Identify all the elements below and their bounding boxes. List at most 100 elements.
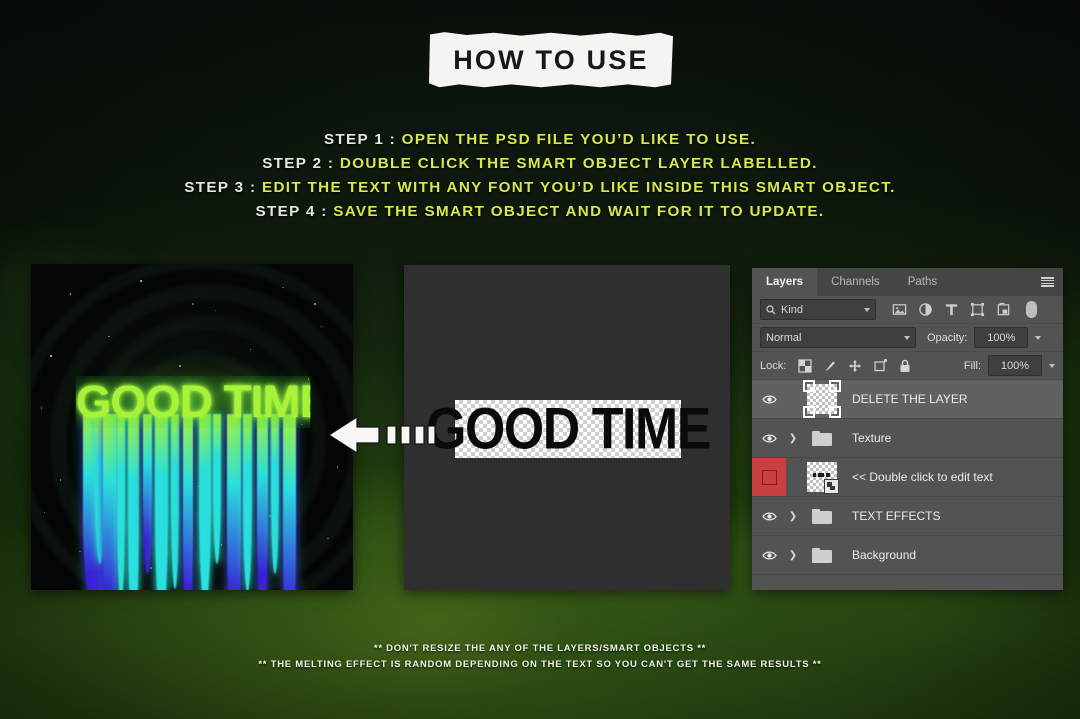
tab-channels[interactable]: Channels [817, 268, 894, 296]
layer-row[interactable]: DELETE THE LAYER [752, 380, 1063, 419]
step-body: EDIT THE TEXT WITH ANY FONT YOU’D LIKE I… [261, 179, 896, 196]
step-line: STEP 3 : EDIT THE TEXT WITH ANY FONT YOU… [0, 176, 1080, 200]
psd-canvas-word: GOOD TIME [426, 396, 711, 462]
artwork-neon-word: GOOD TIME [75, 376, 311, 427]
layer-name[interactable]: << Double click to edit text [844, 470, 1063, 484]
layer-row[interactable]: ❯ TEXT EFFECTS [752, 497, 1063, 536]
neon-drip [103, 414, 117, 590]
neon-drip [117, 414, 125, 590]
layer-name[interactable]: Background [844, 548, 1063, 562]
layer-row[interactable]: << Double click to edit text [752, 458, 1063, 497]
blend-mode-value: Normal [766, 331, 802, 344]
chevron-down-icon [904, 335, 910, 340]
psd-canvas-preview: GOOD TIME [404, 265, 730, 590]
adjustment-filter-icon[interactable] [918, 302, 933, 317]
filter-kind-select[interactable]: Kind [760, 299, 876, 320]
neon-drip [243, 414, 252, 590]
hamburger-menu-icon[interactable] [1041, 277, 1054, 287]
layer-visibility-toggle[interactable] [752, 380, 786, 418]
shape-filter-icon[interactable] [970, 302, 985, 317]
page-title: HOW TO USE [453, 44, 649, 75]
folder-icon [812, 547, 832, 563]
lock-all-icon[interactable] [898, 359, 912, 373]
layer-thumbnail-checker [803, 380, 841, 418]
layer-name[interactable]: Texture [844, 431, 1063, 445]
note-line: ** THE MELTING EFFECT IS RANDOM DEPENDIN… [258, 659, 822, 670]
layer-visibility-toggle[interactable] [752, 419, 786, 457]
neon-drip [257, 414, 268, 590]
layer-row[interactable]: ❯ Texture [752, 419, 1063, 458]
layer-thumbnail[interactable] [800, 508, 844, 524]
eye-icon [761, 512, 777, 520]
lock-icon-group [798, 358, 912, 373]
neon-drip [199, 414, 211, 590]
filter-kind-label: Kind [781, 303, 804, 316]
layer-thumbnail[interactable] [800, 380, 844, 418]
artwork-preview: GOOD TIME [31, 264, 353, 590]
search-icon [766, 304, 776, 314]
fill-value-field[interactable]: 100% [988, 355, 1042, 376]
fill-value: 100% [1000, 359, 1030, 372]
photoshop-layers-panel[interactable]: Layers Channels Paths Kind Normal Opacit… [752, 268, 1063, 590]
steps-list: STEP 1 : OPEN THE PSD FILE YOU’D LIKE TO… [0, 128, 1080, 224]
step-body: DOUBLE CLICK THE SMART OBJECT LAYER LABE… [339, 155, 818, 172]
layer-visibility-toggle[interactable] [752, 497, 786, 535]
eye-icon [761, 395, 777, 403]
neon-drip [171, 414, 179, 589]
layer-visibility-toggle[interactable] [752, 458, 786, 496]
neon-drip [183, 414, 193, 590]
opacity-chevron-down-icon[interactable] [1035, 335, 1042, 340]
transparent-text-block: GOOD TIME [426, 396, 711, 462]
layer-row[interactable]: ❯ Background [752, 536, 1063, 575]
image-filter-icon[interactable] [892, 302, 907, 317]
filter-type-icons [892, 301, 1037, 318]
step-label: STEP 1 : [323, 131, 397, 148]
neon-drip [128, 414, 139, 590]
tab-paths[interactable]: Paths [894, 268, 951, 296]
group-expand-arrow-icon[interactable]: ❯ [786, 550, 800, 561]
type-filter-icon[interactable] [944, 302, 959, 317]
opacity-value-field[interactable]: 100% [974, 327, 1029, 348]
layer-thumbnail[interactable] [800, 462, 844, 494]
step-body: SAVE THE SMART OBJECT AND WAIT FOR IT TO… [333, 203, 825, 220]
lock-row: Lock: Fill: 100% [752, 352, 1063, 379]
smart-object-filter-icon[interactable] [996, 302, 1011, 317]
direction-arrow [327, 413, 436, 457]
fill-label: Fill: [963, 359, 981, 372]
step-line: STEP 2 : DOUBLE CLICK THE SMART OBJECT L… [0, 152, 1080, 176]
group-expand-arrow-icon[interactable]: ❯ [786, 511, 800, 522]
layer-thumbnail[interactable] [800, 547, 844, 563]
lock-position-icon[interactable] [848, 359, 862, 373]
lock-image-pixels-icon[interactable] [823, 359, 837, 373]
blend-mode-row: Normal Opacity: 100% [752, 324, 1063, 351]
neon-drip [213, 414, 221, 564]
folder-icon [812, 508, 832, 524]
layer-thumbnail-checker [807, 462, 839, 494]
step-line: STEP 1 : OPEN THE PSD FILE YOU’D LIKE TO… [0, 128, 1080, 152]
chevron-down-icon [864, 307, 870, 312]
fill-chevron-down-icon[interactable] [1049, 363, 1055, 368]
clipping-brackets-icon [803, 380, 841, 418]
lock-artboard-nesting-icon[interactable] [873, 358, 888, 373]
layer-thumbnail[interactable] [800, 430, 844, 446]
lock-label: Lock: [760, 359, 787, 372]
eye-icon [761, 434, 777, 442]
tutorial-screenshot: HOW TO USE STEP 1 : OPEN THE PSD FILE YO… [0, 0, 1080, 719]
neon-drip [143, 414, 152, 574]
step-label: STEP 4 : [255, 203, 328, 220]
footer-notes: ** DON'T RESIZE THE ANY OF THE LAYERS/SM… [0, 641, 1080, 673]
blend-mode-select[interactable]: Normal [760, 327, 916, 348]
group-expand-arrow-icon[interactable]: ❯ [786, 433, 800, 444]
tab-layers[interactable]: Layers [752, 268, 818, 296]
layer-name[interactable]: DELETE THE LAYER [844, 392, 1063, 406]
smart-object-badge-icon [824, 479, 839, 494]
layers-list: DELETE THE LAYER ❯ Texture << Double cli… [752, 380, 1063, 575]
lock-transparent-pixels-icon[interactable] [798, 358, 812, 373]
step-line: STEP 4 : SAVE THE SMART OBJECT AND WAIT … [0, 200, 1080, 224]
layer-filter-row: Kind [752, 296, 1063, 323]
eye-icon [761, 551, 777, 559]
filter-toggle-pill[interactable] [1026, 301, 1037, 318]
layer-visibility-toggle[interactable] [752, 536, 786, 574]
layer-name[interactable]: TEXT EFFECTS [844, 509, 1063, 523]
left-arrow-icon [327, 415, 436, 455]
